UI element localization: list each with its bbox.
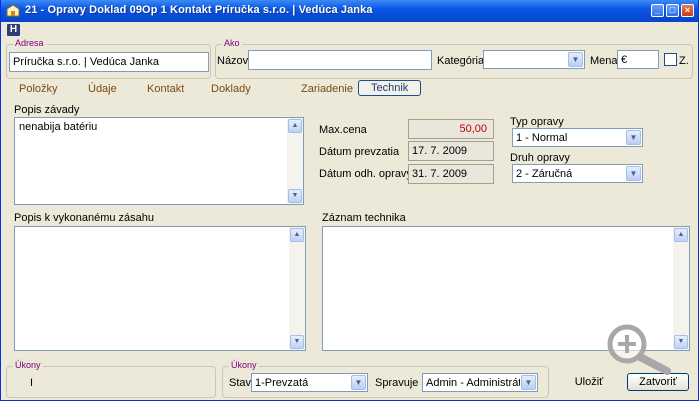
ukony-right-legend: Úkony: [229, 360, 259, 370]
tab-polozky[interactable]: Položky: [19, 83, 58, 95]
window-title: 21 - Opravy Doklad 09Op 1 Kontakt Príruč…: [25, 4, 373, 16]
save-button[interactable]: Uložiť: [567, 374, 611, 390]
zoom-in-icon[interactable]: [603, 323, 675, 375]
tech-note-label: Záznam technika: [322, 212, 406, 224]
category-select[interactable]: ▼: [483, 50, 585, 69]
max-price-field[interactable]: 50,00: [408, 119, 494, 139]
tech-note-scrollbar[interactable]: ▲ ▼: [673, 227, 689, 350]
close-button[interactable]: Zatvoriť: [627, 373, 689, 391]
repair-kind-label: Druh opravy: [510, 152, 570, 164]
tab-udaje[interactable]: Údaje: [88, 83, 117, 95]
ukony-left-legend: Úkony: [13, 360, 43, 370]
work-note-scrollbar[interactable]: ▲ ▼: [289, 227, 305, 350]
ako-legend: Ako: [222, 38, 242, 48]
repair-type-select[interactable]: 1 - Normal ▼: [512, 128, 643, 147]
name-label: Názov: [217, 55, 249, 67]
address-field[interactable]: Príručka s.r.o. | Vedúca Janka: [9, 52, 209, 72]
fault-label: Popis závady: [14, 104, 80, 116]
help-badge[interactable]: H: [7, 24, 20, 36]
estimated-date-field[interactable]: 31. 7. 2009: [408, 164, 494, 184]
status-value: 1-Prevzatá: [255, 377, 309, 389]
chevron-down-icon[interactable]: ▼: [568, 52, 583, 67]
chevron-down-icon[interactable]: ▼: [521, 375, 536, 390]
received-date-field[interactable]: 17. 7. 2009: [408, 141, 494, 161]
status-label: Stav: [229, 377, 252, 389]
chevron-down-icon[interactable]: ▼: [626, 166, 641, 181]
fault-textarea[interactable]: nenabija batériu ▲ ▼: [14, 117, 304, 205]
minimize-button[interactable]: _: [651, 4, 664, 17]
manager-value: Admin - Administrátor: [426, 377, 520, 389]
scroll-down-icon[interactable]: ▼: [290, 335, 304, 349]
fault-scrollbar[interactable]: ▲ ▼: [287, 118, 303, 204]
manager-select[interactable]: Admin - Administrátor ▼: [422, 373, 538, 392]
scroll-down-icon[interactable]: ▼: [674, 335, 688, 349]
category-label: Kategória: [437, 55, 485, 67]
manager-label: Spravuje: [375, 377, 419, 389]
scroll-up-icon[interactable]: ▲: [288, 119, 302, 133]
close-window-button[interactable]: ×: [681, 4, 694, 17]
maximize-button[interactable]: □: [666, 4, 679, 17]
estimated-date-label: Dátum odh. opravy: [319, 168, 412, 180]
currency-field[interactable]: €: [617, 50, 659, 69]
address-legend: Adresa: [13, 38, 46, 48]
repair-kind-value: 2 - Záručná: [516, 168, 573, 180]
title-bar[interactable]: 21 - Opravy Doklad 09Op 1 Kontakt Príruč…: [1, 0, 698, 22]
fault-text: nenabija batériu: [19, 121, 98, 133]
ukony-left-value: I: [30, 377, 34, 389]
repair-window: 21 - Opravy Doklad 09Op 1 Kontakt Príruč…: [0, 0, 699, 401]
scroll-down-icon[interactable]: ▼: [288, 189, 302, 203]
scroll-up-icon[interactable]: ▲: [290, 228, 304, 242]
tab-doklady[interactable]: Doklady: [211, 83, 251, 95]
repair-kind-select[interactable]: 2 - Záručná ▼: [512, 164, 643, 183]
repair-type-value: 1 - Normal: [516, 132, 568, 144]
z-label: Z.: [679, 55, 689, 67]
tab-kontakt[interactable]: Kontakt: [147, 83, 184, 95]
currency-label: Mena: [590, 55, 618, 67]
max-price-label: Max.cena: [319, 124, 367, 136]
ukony-left-group: Úkony: [6, 360, 216, 398]
work-note-label: Popis k vykonanému zásahu: [14, 212, 155, 224]
app-icon: [6, 4, 20, 17]
scroll-up-icon[interactable]: ▲: [674, 228, 688, 242]
chevron-down-icon[interactable]: ▼: [626, 130, 641, 145]
work-note-textarea[interactable]: ▲ ▼: [14, 226, 306, 351]
chevron-down-icon[interactable]: ▼: [351, 375, 366, 390]
status-select[interactable]: 1-Prevzatá ▼: [251, 373, 368, 392]
tab-zariadenie[interactable]: Zariadenie: [301, 83, 353, 95]
z-checkbox[interactable]: [664, 53, 677, 66]
repair-type-label: Typ opravy: [510, 116, 564, 128]
received-date-label: Dátum prevzatia: [319, 146, 400, 158]
tab-technik[interactable]: Technik: [358, 80, 422, 96]
name-field[interactable]: [248, 50, 432, 70]
